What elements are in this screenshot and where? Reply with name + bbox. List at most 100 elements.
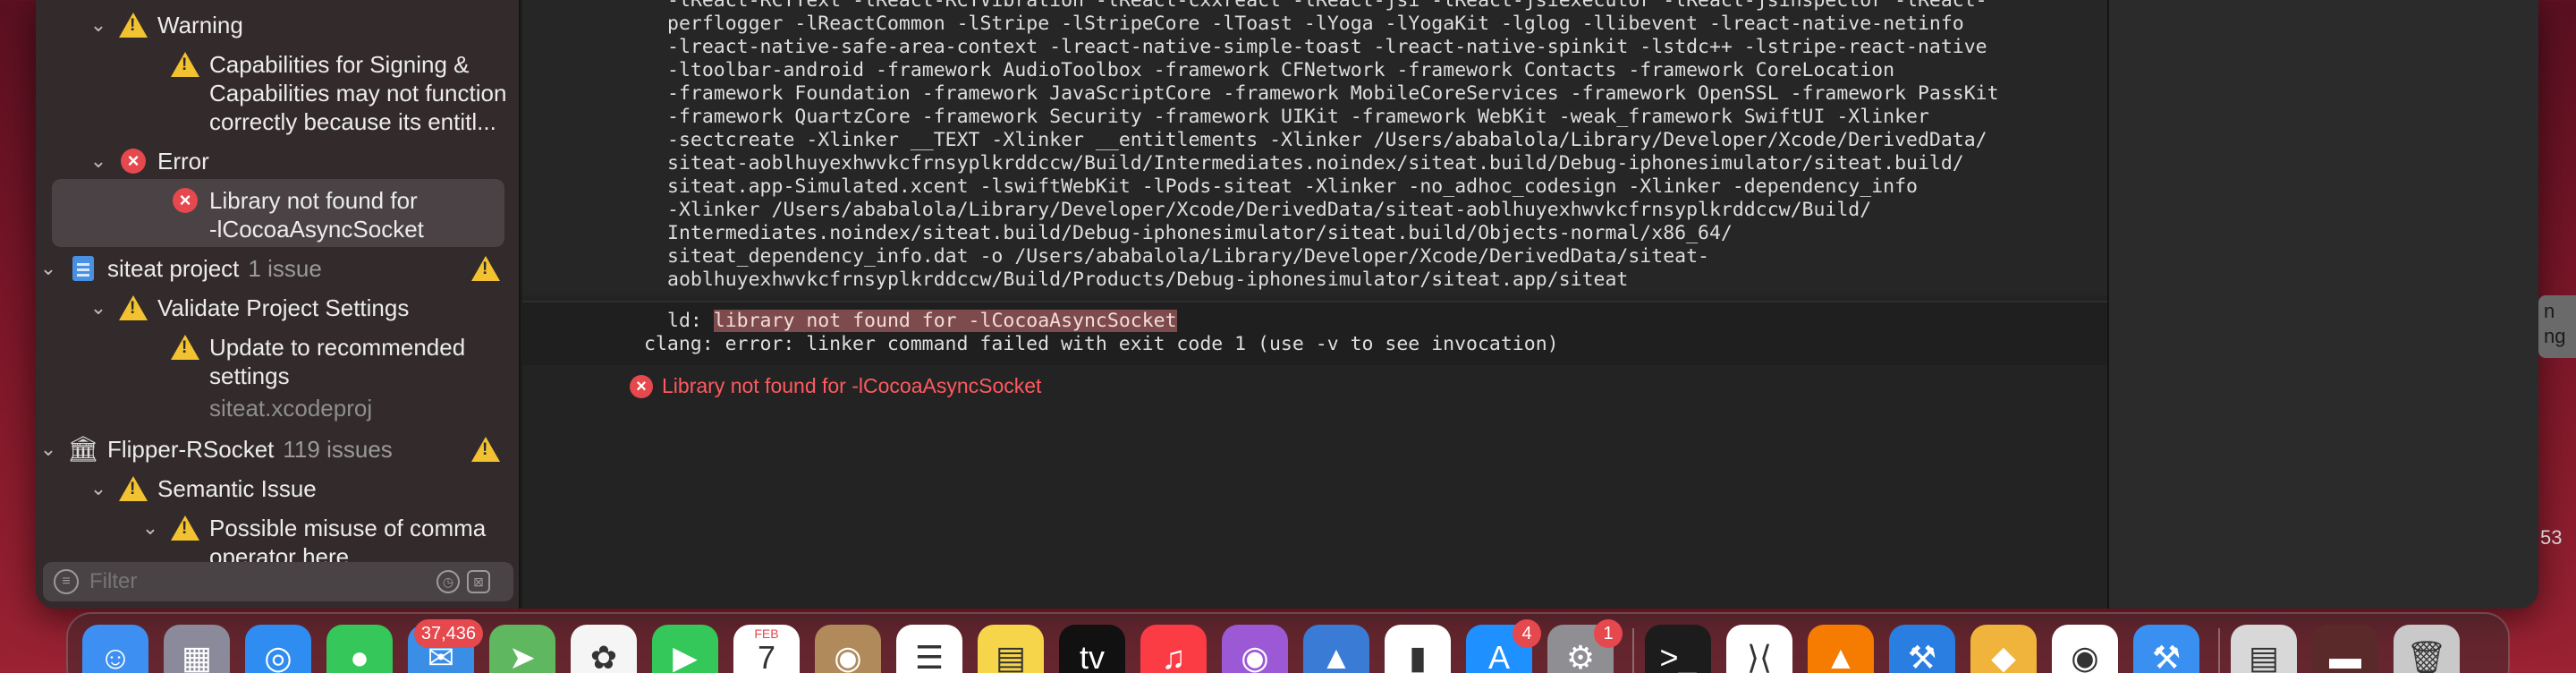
safari-icon[interactable]: ◎	[245, 625, 311, 673]
issue-file-name: siteat.xcodeproj	[209, 395, 373, 422]
issue-text-line: correctly because its entitl...	[209, 108, 496, 135]
document-icon	[68, 254, 98, 283]
trash-icon[interactable]: 🗑	[2394, 625, 2460, 673]
warning-icon	[470, 435, 501, 464]
xcode-icon[interactable]: ⚒	[2133, 625, 2199, 673]
issue-count: 119 issues	[283, 436, 393, 463]
music-icon[interactable]: ♫	[1140, 625, 1207, 673]
issue-group-row[interactable]: ⌄ × Error	[36, 147, 521, 175]
background-window-number: 53	[2540, 526, 2563, 549]
warning-icon	[170, 50, 200, 79]
photos-icon[interactable]: ✿	[571, 625, 637, 673]
appstore-icon[interactable]: A4	[1466, 619, 1541, 673]
bank-icon: 🏛	[67, 435, 99, 463]
error-summary[interactable]: × Library not found for -lCocoaAsyncSock…	[630, 374, 1041, 398]
log-line: -sectcreate -Xlinker __TEXT -Xlinker __e…	[667, 129, 1987, 151]
mail-icon[interactable]: ✉ 37,436	[408, 619, 483, 673]
cyberduck-icon[interactable]: ◆	[1970, 625, 2037, 673]
warning-icon	[118, 11, 148, 39]
chevron-down-icon[interactable]: ⌄	[88, 474, 109, 503]
chevron-down-icon[interactable]: ⌄	[140, 514, 161, 542]
chevron-down-icon[interactable]: ⌄	[88, 294, 109, 322]
calendar-icon[interactable]: 7 FEB	[733, 625, 800, 673]
issue-count: 1 issue	[248, 255, 322, 282]
terminal-icon[interactable]: >_	[1645, 625, 1711, 673]
row-label: Semantic Issue	[157, 475, 317, 502]
row-label: Error	[157, 148, 209, 175]
documents-icon[interactable]: ▤	[2231, 625, 2297, 673]
project-row[interactable]: ⌄ 🏛 Flipper-RSocket 119 issues	[36, 435, 521, 464]
issue-row[interactable]: Update to recommendedsettings siteat.xcod…	[36, 333, 521, 422]
log-line: siteat-aoblhuyexhwvkcfrnsyplkrddccw/Buil…	[667, 152, 1964, 175]
filter-bar: ≡ ◷ ⊠	[43, 562, 513, 601]
notification-badge: 1	[1594, 619, 1623, 648]
ld-prefix: ld:	[667, 310, 714, 332]
issue-group-row[interactable]: ⌄ Semantic Issue	[36, 474, 521, 503]
downloads-stack-icon[interactable]: ▬	[2312, 625, 2378, 673]
linker-error-block: ld: library not found for -lCocoaAsyncSo…	[522, 301, 2107, 365]
log-line: -framework Foundation -framework JavaScr…	[667, 82, 1999, 105]
ld-highlighted-text: library not found for -lCocoaAsyncSocket	[713, 310, 1177, 332]
issue-row[interactable]: Capabilities for Signing &Capabilities m…	[36, 50, 521, 136]
project-row[interactable]: ⌄ siteat project 1 issue	[36, 254, 521, 283]
filter-input[interactable]	[89, 569, 429, 594]
dock-separator	[1632, 628, 1634, 673]
vscode-icon[interactable]: ⟩⟨	[1726, 625, 1792, 673]
row-label: siteat project	[107, 255, 240, 282]
messages-icon[interactable]: ●	[326, 625, 393, 673]
issue-group-row[interactable]: ⌄ Warning	[36, 11, 521, 39]
build-log: -lReact-RCTText -lReact-RCTVibration -lR…	[522, 0, 2107, 609]
vlc-icon[interactable]: ▲	[1808, 625, 1874, 673]
numbers-icon[interactable]: ▮	[1385, 625, 1451, 673]
chevron-down-icon[interactable]: ⌄	[38, 254, 59, 283]
issue-row[interactable]: × Library not found for -lCocoaAsyncSocket	[36, 186, 521, 243]
chevron-down-icon[interactable]: ⌄	[88, 11, 109, 39]
issue-text-line: Capabilities may not function	[209, 80, 507, 106]
finder-icon[interactable]: ☺	[82, 625, 148, 673]
maps-icon[interactable]: ➤	[489, 625, 555, 673]
dock: ☺ ▦ ◎ ● ✉ 37,436 ➤ ✿ ▶ 7 FEB ◉ ☰ ▤ tv ♫ ◉ ▲ ▮ A 4 ⚙ 1 >_ ⟩⟨ ▲ ⚒ ◆ ◉ ⚒…	[66, 612, 2510, 673]
system-settings-icon[interactable]: ⚙ 1	[1547, 619, 1623, 673]
issue-text-line: Library not found for	[209, 187, 418, 214]
xcode-window: ⌄ Warning Capabilities for Signing &Capabi…	[36, 0, 2538, 609]
podcasts-icon[interactable]: ◉	[1222, 625, 1288, 673]
issue-text-line: Update to recommended	[209, 334, 466, 361]
linker-command-block: -lReact-RCTText -lReact-RCTVibration -lR…	[522, 0, 2107, 295]
row-label: Validate Project Settings	[157, 294, 410, 321]
inspector-panel	[2107, 0, 2538, 609]
warning-icon	[170, 333, 200, 362]
edge-text-2: ng	[2544, 325, 2566, 347]
appletv-icon[interactable]: tv	[1059, 625, 1125, 673]
row-label: Flipper-RSocket	[107, 436, 275, 463]
chevron-down-icon[interactable]: ⌄	[88, 147, 109, 175]
dock-separator	[2218, 628, 2220, 673]
issues-filter-icon[interactable]: ⊠	[467, 570, 490, 593]
error-icon: ×	[118, 147, 148, 175]
launchpad-icon[interactable]: ▦	[164, 625, 230, 673]
issue-group-row[interactable]: ⌄ Validate Project Settings	[36, 294, 521, 322]
recent-filter-icon[interactable]: ◷	[436, 570, 460, 593]
facetime-icon[interactable]: ▶	[652, 625, 718, 673]
warning-icon	[170, 514, 200, 542]
background-window-edge: n ng	[2538, 295, 2576, 358]
chrome-icon[interactable]: ◉	[2052, 625, 2118, 673]
keynote-icon[interactable]: ▲	[1303, 625, 1369, 673]
log-line: -lreact-native-safe-area-context -lreact…	[667, 36, 1987, 58]
edge-text-1: n	[2544, 300, 2555, 322]
log-line: -lReact-RCTText -lReact-RCTVibration -lR…	[667, 0, 1987, 12]
issue-text-line: Capabilities for Signing &	[209, 51, 470, 78]
notification-badge: 37,436	[413, 619, 483, 648]
filter-icon[interactable]: ≡	[54, 569, 79, 594]
xcode-store-icon[interactable]: ⚒	[1889, 625, 1955, 673]
reminders-icon[interactable]: ☰	[896, 625, 962, 673]
error-summary-text: Library not found for -lCocoaAsyncSocket	[662, 374, 1042, 397]
chevron-down-icon[interactable]: ⌄	[38, 435, 59, 464]
log-line: Intermediates.noindex/siteat.build/Debug…	[667, 222, 1733, 244]
notes-icon[interactable]: ▤	[978, 625, 1044, 673]
log-line: siteat_dependency_info.dat -o /Users/aba…	[667, 245, 1709, 268]
issue-navigator: ⌄ Warning Capabilities for Signing &Capabi…	[36, 0, 521, 609]
contacts-icon[interactable]: ◉	[815, 625, 881, 673]
notification-badge: 4	[1513, 619, 1541, 648]
clang-error-line: clang: error: linker command failed with…	[644, 333, 1559, 355]
log-line: -framework QuartzCore -framework Securit…	[667, 106, 1929, 128]
